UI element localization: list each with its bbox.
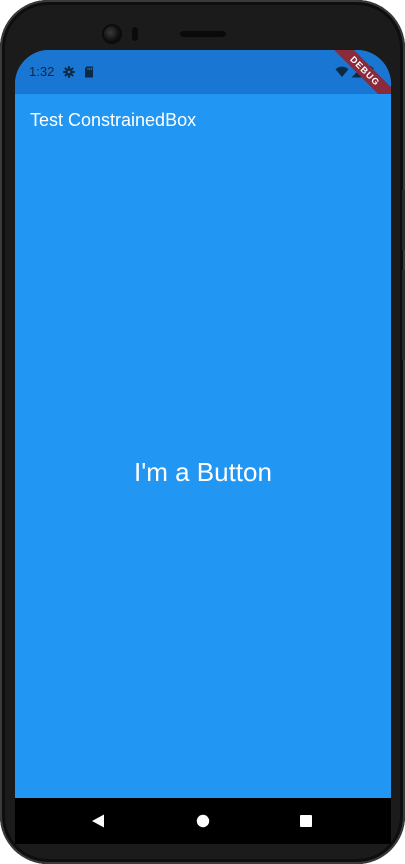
main-button[interactable]: I'm a Button xyxy=(15,146,391,798)
home-button[interactable] xyxy=(190,808,216,834)
recents-button[interactable] xyxy=(293,808,319,834)
main-button-label: I'm a Button xyxy=(134,457,272,487)
back-icon xyxy=(92,814,104,828)
wifi-icon xyxy=(335,65,349,77)
recents-icon xyxy=(300,815,312,827)
status-time: 1:32 xyxy=(29,64,55,79)
home-icon xyxy=(196,814,210,828)
earpiece-speaker xyxy=(180,31,226,37)
constrained-box: I'm a Button xyxy=(15,146,391,798)
screen: 1:32 DEBUG Test ConstrainedBox I'm a But… xyxy=(15,50,391,844)
status-bar: 1:32 DEBUG xyxy=(15,50,391,119)
settings-icon xyxy=(63,65,75,78)
page-title: Test ConstrainedBox xyxy=(30,110,197,130)
system-nav-bar xyxy=(15,798,391,844)
phone-frame: 1:32 DEBUG Test ConstrainedBox I'm a But… xyxy=(0,0,405,864)
sd-card-icon xyxy=(83,65,95,78)
back-button[interactable] xyxy=(85,808,111,834)
app-bar: Test ConstrainedBox xyxy=(15,94,391,146)
proximity-sensor xyxy=(132,27,138,41)
front-camera xyxy=(104,26,120,42)
